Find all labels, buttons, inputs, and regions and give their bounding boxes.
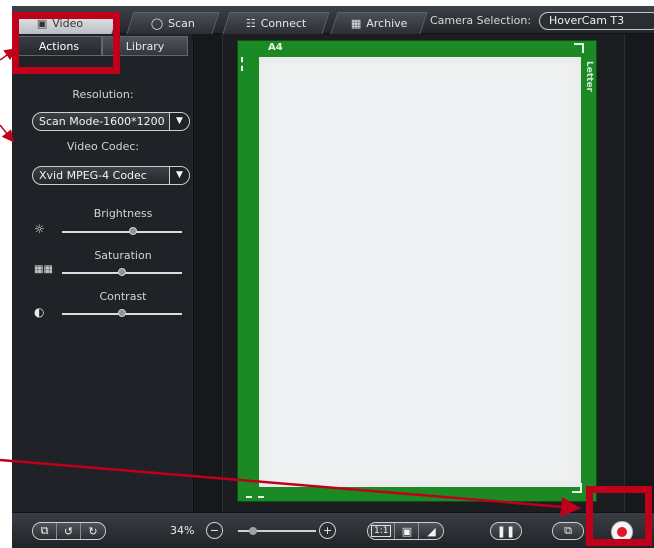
pip-button-group: ⧉: [552, 522, 584, 540]
zoom-slider-thumb[interactable]: [249, 527, 257, 535]
rotate-right-button[interactable]: ↻: [81, 523, 105, 539]
saturation-icon: ▦▦: [34, 264, 53, 275]
crop-button[interactable]: ◢: [419, 523, 444, 539]
pause-button-group: ❚❚: [490, 522, 522, 540]
minus-icon: −: [209, 524, 220, 537]
rotate-right-icon: ↻: [88, 524, 98, 538]
plus-icon: +: [322, 524, 333, 537]
pip-icon: ⧉: [564, 524, 572, 537]
panel-divider: [195, 34, 223, 512]
letter-guide-label: Letter: [584, 61, 594, 92]
a4-guide-label: A4: [268, 42, 283, 53]
tab-connect[interactable]: ☷ Connect: [222, 12, 330, 34]
rotate-left-icon: ↺: [63, 524, 74, 538]
picture-in-picture-button[interactable]: ⧉: [553, 523, 583, 539]
camera-selection-label: Camera Selection:: [430, 14, 532, 27]
guide-corner: [574, 43, 584, 53]
crop-icon: ◢: [427, 524, 436, 538]
rotate-left-button[interactable]: ↺: [57, 523, 81, 539]
guide-corner: [241, 57, 251, 71]
annotation-arrow: [0, 124, 14, 143]
contrast-slider-thumb[interactable]: [118, 309, 126, 317]
brightness-slider-thumb[interactable]: [129, 227, 137, 235]
view-button-group: 1:1 ▣ ◢: [367, 522, 445, 540]
fit-1-1-label: 1:1: [371, 525, 392, 537]
fit-screen-icon: ▣: [401, 524, 413, 538]
chevron-down-icon: ▼: [169, 167, 189, 184]
saturation-slider-thumb[interactable]: [118, 268, 126, 276]
highlight-box-record-button: [586, 486, 652, 546]
pause-button[interactable]: ❚❚: [491, 523, 521, 539]
zoom-in-button[interactable]: +: [319, 522, 336, 539]
tab-archive-label: Archive: [365, 17, 408, 30]
contrast-slider[interactable]: [62, 308, 182, 320]
resolution-select[interactable]: Scan Mode-1600*1200 ▼: [32, 112, 190, 131]
archive-icon: ▦: [350, 17, 361, 30]
paper-size-guide: A4 Letter: [237, 40, 597, 502]
tab-scan-label: Scan: [168, 17, 195, 30]
brightness-slider-track: [62, 231, 182, 233]
tab-archive[interactable]: ▦ Archive: [330, 12, 428, 34]
video-codec-select[interactable]: Xvid MPEG-4 Codec ▼: [32, 166, 190, 185]
bottom-toolbar: ⧉ ↺ ↻ 34% − + 1:1 ▣ ◢ ❚❚ ⧉: [12, 512, 654, 548]
guide-corner: [246, 488, 264, 498]
left-control-panel: Actions Library Resolution: Scan Mode-16…: [12, 34, 194, 512]
captured-document: [259, 57, 581, 487]
brightness-label: Brightness: [93, 207, 153, 220]
video-codec-value: Xvid MPEG-4 Codec: [39, 169, 147, 182]
tab-connect-label: Connect: [260, 17, 307, 30]
resolution-label: Resolution:: [72, 88, 134, 101]
camera-preview: A4 Letter: [223, 34, 623, 512]
hovercam-app-window: ▣ Video ◯ Scan ☷ Connect ▦ Archive Camera Se…: [12, 6, 654, 548]
actual-size-button[interactable]: 1:1: [368, 523, 396, 539]
camera-select[interactable]: HoverCam T3: [539, 12, 654, 30]
contrast-icon: ◐: [34, 305, 45, 319]
brightness-icon: ☼: [34, 222, 45, 236]
scan-icon: ◯: [150, 17, 164, 30]
contrast-label: Contrast: [99, 290, 147, 303]
window-toggle-button[interactable]: ⧉: [33, 523, 57, 539]
video-codec-label: Video Codec:: [66, 140, 140, 153]
chevron-down-icon: ▼: [169, 113, 189, 130]
saturation-slider[interactable]: [62, 267, 182, 279]
zoom-percent: 34%: [170, 524, 195, 537]
brightness-slider[interactable]: [62, 226, 182, 238]
window-icon: ⧉: [40, 524, 49, 537]
highlight-box-actions-tab: [12, 12, 120, 74]
zoom-slider[interactable]: [238, 527, 316, 535]
rotate-button-group: ⧉ ↺ ↻: [32, 522, 106, 540]
resolution-value: Scan Mode-1600*1200: [39, 115, 165, 128]
connect-icon: ☷: [245, 17, 256, 30]
zoom-out-button[interactable]: −: [206, 522, 223, 539]
saturation-label: Saturation: [94, 249, 152, 262]
right-side-strip: [624, 34, 654, 512]
fit-screen-button[interactable]: ▣: [395, 523, 420, 539]
tab-scan[interactable]: ◯ Scan: [126, 12, 220, 34]
pause-icon: ❚❚: [496, 524, 516, 538]
